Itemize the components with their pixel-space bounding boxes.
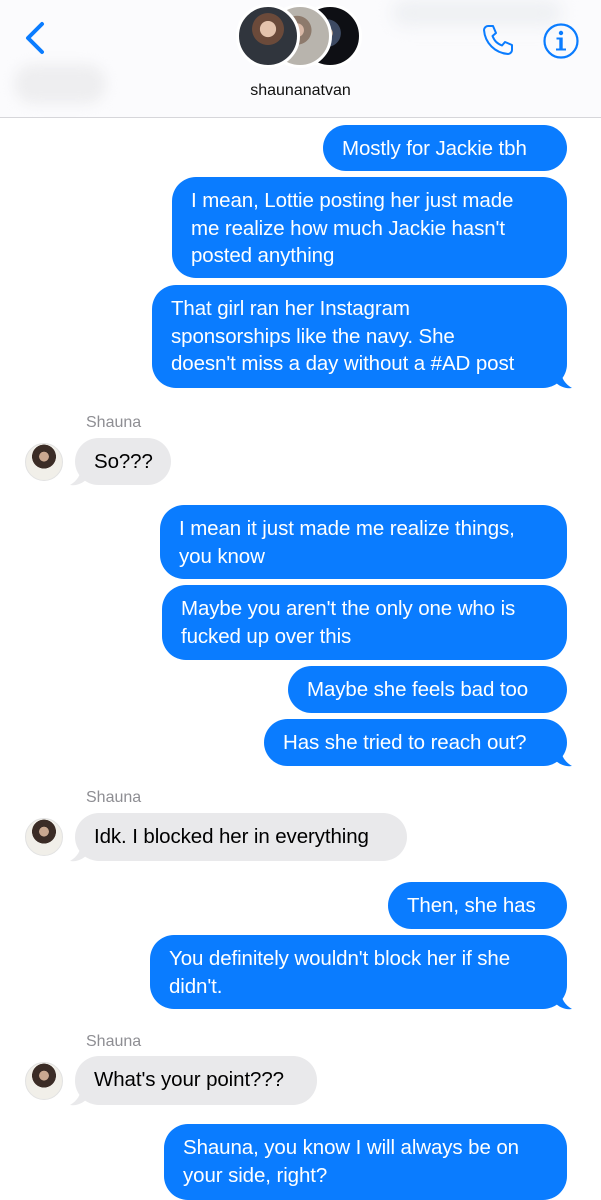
info-icon bbox=[543, 23, 579, 59]
group-avatars[interactable] bbox=[236, 4, 366, 70]
outgoing-message-bubble[interactable]: Maybe she feels bad too bbox=[288, 666, 567, 713]
sender-name: Shauna bbox=[86, 1033, 142, 1050]
avatar bbox=[236, 4, 300, 68]
outgoing-message-bubble[interactable]: That girl ran her Instagram sponsorships… bbox=[152, 285, 567, 388]
sender-avatar[interactable] bbox=[25, 1062, 63, 1100]
incoming-message-bubble[interactable]: What's your point??? bbox=[75, 1056, 317, 1105]
outgoing-message-bubble[interactable]: You definitely wouldn't block her if she… bbox=[150, 935, 567, 1009]
outgoing-message-bubble[interactable]: I mean, Lottie posting her just made me … bbox=[172, 177, 567, 278]
outgoing-message-bubble[interactable]: I mean it just made me realize things, y… bbox=[160, 505, 567, 579]
call-button[interactable] bbox=[480, 22, 516, 58]
incoming-message-bubble[interactable]: Idk. I blocked her in everything bbox=[75, 813, 407, 861]
outgoing-message-bubble[interactable]: Mostly for Jackie tbh bbox=[323, 125, 567, 171]
info-button[interactable] bbox=[542, 22, 580, 60]
status-bar-blur bbox=[392, 0, 562, 26]
sender-name: Shauna bbox=[86, 414, 142, 431]
sender-avatar[interactable] bbox=[25, 818, 63, 856]
sender-name: Shauna bbox=[86, 789, 142, 806]
outgoing-message-bubble[interactable]: Shauna, you know I will always be on you… bbox=[164, 1124, 567, 1200]
contact-name[interactable]: shaunanatvan bbox=[0, 82, 601, 100]
incoming-message-bubble[interactable]: So??? bbox=[75, 438, 171, 485]
outgoing-message-bubble[interactable]: Then, she has bbox=[388, 882, 567, 929]
back-button[interactable] bbox=[20, 18, 52, 60]
outgoing-message-bubble[interactable]: Maybe you aren't the only one who is fuc… bbox=[162, 585, 567, 660]
outgoing-message-bubble[interactable]: Has she tried to reach out? bbox=[264, 719, 567, 766]
sender-avatar[interactable] bbox=[25, 443, 63, 481]
phone-icon bbox=[483, 25, 513, 55]
conversation-header: shaunanatvan bbox=[0, 0, 601, 118]
chevron-left-icon bbox=[26, 22, 44, 54]
